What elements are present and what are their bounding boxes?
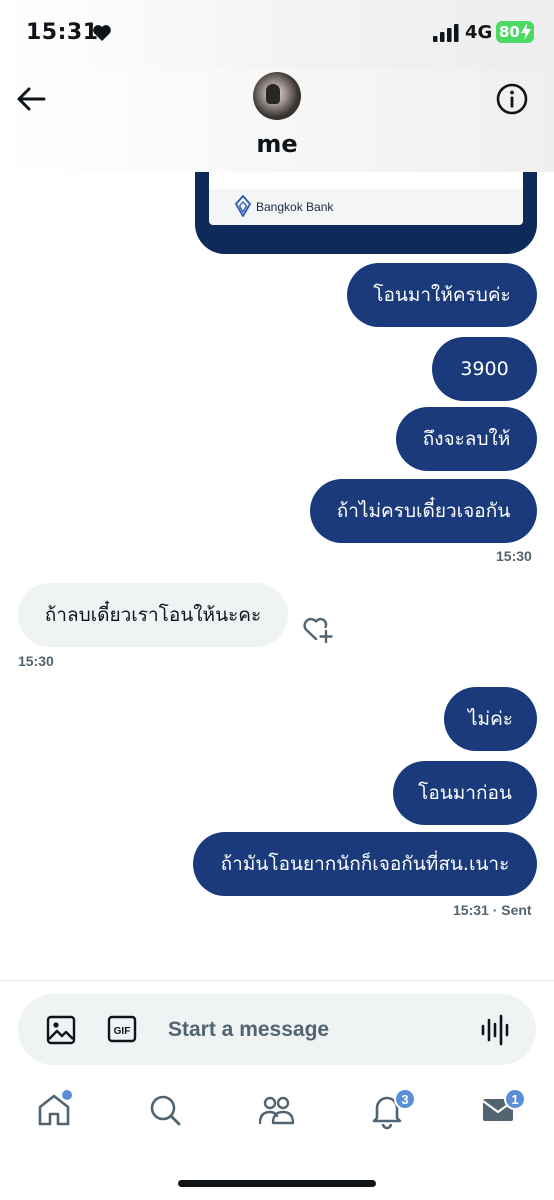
messages-badge: 1 — [504, 1088, 526, 1110]
message-bubble-out[interactable]: 3900 — [432, 337, 537, 401]
message-composer: GIF — [18, 994, 536, 1065]
battery-level: 80 — [499, 23, 520, 41]
back-button[interactable] — [14, 82, 48, 116]
battery-indicator: 80 — [496, 21, 534, 43]
contact-name[interactable]: me — [0, 130, 554, 158]
message-bubble-out[interactable]: ถ้าไม่ครบเดี๋ยวเจอกัน — [310, 479, 537, 543]
message-list[interactable]: Bangkok Bank โอนมาให้ครบค่ะ 3900 ถึงจะลบ… — [0, 172, 554, 980]
divider — [0, 980, 554, 981]
message-bubble-out[interactable]: โอนมาก่อน — [393, 761, 537, 825]
voice-wave-icon[interactable] — [480, 1014, 510, 1046]
bank-slip-preview: Bangkok Bank — [209, 172, 523, 225]
charging-bolt-icon — [521, 23, 531, 40]
status-bar: 15:31 4G 80 — [0, 0, 554, 70]
bottom-nav: 3 1 — [0, 1080, 554, 1150]
message-bubble-out[interactable]: ไม่ค่ะ — [444, 687, 537, 751]
home-notification-dot — [62, 1090, 72, 1100]
image-icon[interactable] — [46, 1015, 76, 1045]
network-label: 4G — [465, 22, 493, 43]
conversation-header: me — [0, 70, 554, 172]
add-reaction-icon[interactable] — [302, 614, 334, 644]
image-attachment[interactable]: Bangkok Bank — [195, 172, 537, 254]
bank-logo-icon — [235, 195, 251, 217]
status-time: 15:31 — [26, 20, 99, 45]
message-bubble-out[interactable]: ถ้ามันโอนยากนักก็เจอกันที่สน.เนาะ — [193, 832, 537, 896]
message-timestamp: 15:30 — [18, 653, 54, 669]
bank-name: Bangkok Bank — [256, 200, 334, 214]
home-indicator — [178, 1180, 376, 1187]
avatar[interactable] — [253, 72, 301, 120]
message-bubble-in[interactable]: ถ้าลบเดี๋ยวเราโอนให้นะคะ — [18, 583, 288, 647]
search-icon — [150, 1095, 181, 1126]
notifications-badge: 3 — [394, 1088, 416, 1110]
message-bubble-out[interactable]: ถึงจะลบให้ — [396, 407, 537, 471]
message-bubble-out[interactable]: โอนมาให้ครบค่ะ — [347, 263, 537, 327]
signal-icon — [433, 24, 459, 42]
heart-icon — [93, 25, 111, 41]
gif-icon[interactable]: GIF — [107, 1015, 137, 1043]
message-timestamp: 15:30 — [496, 548, 532, 564]
message-timestamp: 15:31 · Sent — [453, 902, 532, 918]
info-button[interactable] — [495, 82, 529, 116]
nav-communities[interactable] — [256, 1090, 300, 1134]
svg-text:GIF: GIF — [114, 1026, 131, 1037]
nav-search[interactable] — [145, 1090, 189, 1134]
message-input[interactable] — [168, 1014, 448, 1046]
people-icon — [258, 1096, 295, 1125]
